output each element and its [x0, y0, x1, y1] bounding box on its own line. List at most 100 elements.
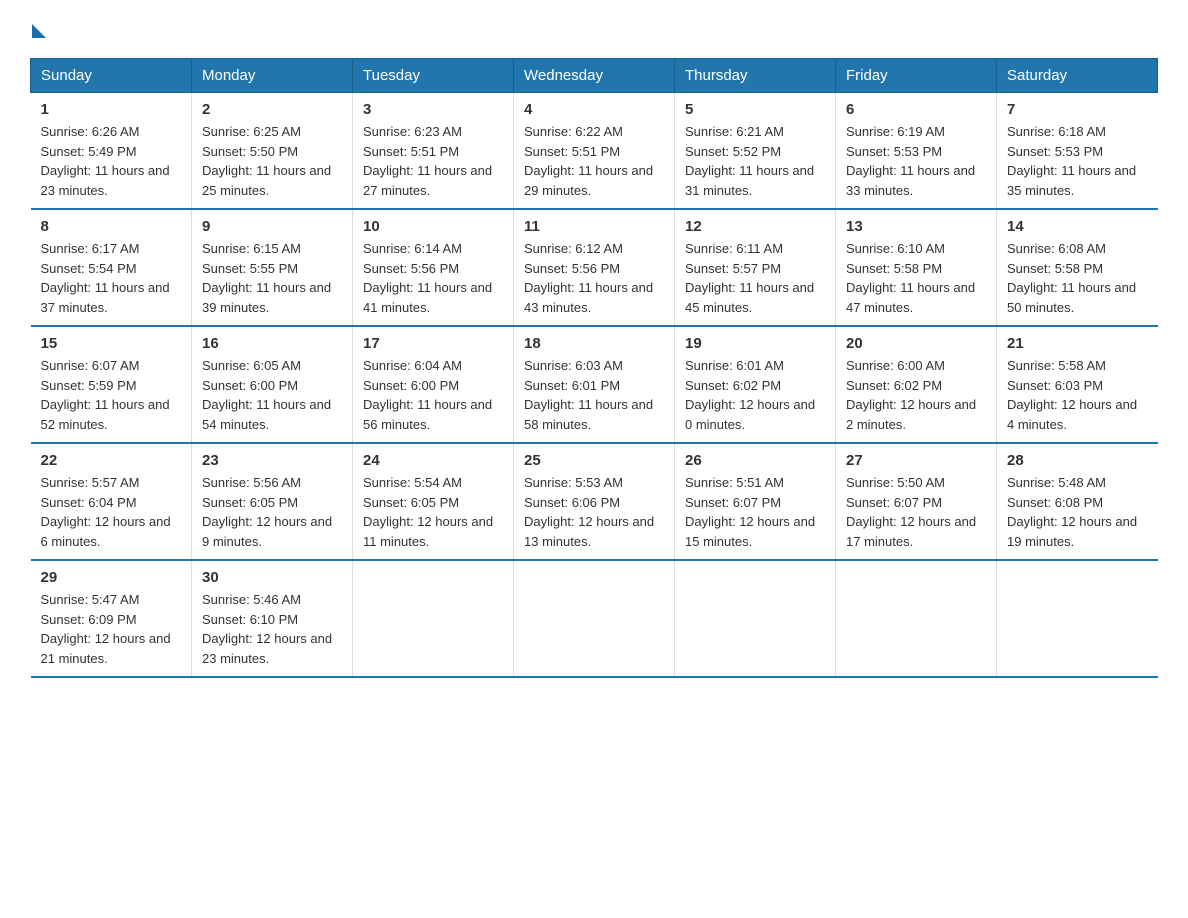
calendar-cell: 24 Sunrise: 5:54 AM Sunset: 6:05 PM Dayl… — [353, 443, 514, 560]
calendar-cell: 6 Sunrise: 6:19 AM Sunset: 5:53 PM Dayli… — [836, 93, 997, 210]
calendar-cell: 10 Sunrise: 6:14 AM Sunset: 5:56 PM Dayl… — [353, 209, 514, 326]
calendar-cell: 5 Sunrise: 6:21 AM Sunset: 5:52 PM Dayli… — [675, 93, 836, 210]
calendar-header-thursday: Thursday — [675, 59, 836, 93]
calendar-cell: 7 Sunrise: 6:18 AM Sunset: 5:53 PM Dayli… — [997, 93, 1158, 210]
calendar-cell: 17 Sunrise: 6:04 AM Sunset: 6:00 PM Dayl… — [353, 326, 514, 443]
day-info: Sunrise: 6:25 AM Sunset: 5:50 PM Dayligh… — [202, 122, 342, 200]
day-info: Sunrise: 5:48 AM Sunset: 6:08 PM Dayligh… — [1007, 473, 1148, 551]
calendar-header-row: SundayMondayTuesdayWednesdayThursdayFrid… — [31, 59, 1158, 93]
calendar-table: SundayMondayTuesdayWednesdayThursdayFrid… — [30, 58, 1158, 678]
calendar-cell: 15 Sunrise: 6:07 AM Sunset: 5:59 PM Dayl… — [31, 326, 192, 443]
calendar-cell: 11 Sunrise: 6:12 AM Sunset: 5:56 PM Dayl… — [514, 209, 675, 326]
calendar-cell: 21 Sunrise: 5:58 AM Sunset: 6:03 PM Dayl… — [997, 326, 1158, 443]
day-number: 5 — [685, 101, 825, 118]
day-info: Sunrise: 5:57 AM Sunset: 6:04 PM Dayligh… — [41, 473, 182, 551]
calendar-header-tuesday: Tuesday — [353, 59, 514, 93]
day-info: Sunrise: 6:05 AM Sunset: 6:00 PM Dayligh… — [202, 356, 342, 434]
day-info: Sunrise: 6:22 AM Sunset: 5:51 PM Dayligh… — [524, 122, 664, 200]
day-info: Sunrise: 6:23 AM Sunset: 5:51 PM Dayligh… — [363, 122, 503, 200]
day-info: Sunrise: 6:11 AM Sunset: 5:57 PM Dayligh… — [685, 239, 825, 317]
calendar-cell: 12 Sunrise: 6:11 AM Sunset: 5:57 PM Dayl… — [675, 209, 836, 326]
calendar-cell: 26 Sunrise: 5:51 AM Sunset: 6:07 PM Dayl… — [675, 443, 836, 560]
calendar-cell: 27 Sunrise: 5:50 AM Sunset: 6:07 PM Dayl… — [836, 443, 997, 560]
day-info: Sunrise: 6:18 AM Sunset: 5:53 PM Dayligh… — [1007, 122, 1148, 200]
day-info: Sunrise: 6:12 AM Sunset: 5:56 PM Dayligh… — [524, 239, 664, 317]
day-info: Sunrise: 6:00 AM Sunset: 6:02 PM Dayligh… — [846, 356, 986, 434]
calendar-week-row: 29 Sunrise: 5:47 AM Sunset: 6:09 PM Dayl… — [31, 560, 1158, 677]
logo — [30, 20, 46, 38]
calendar-week-row: 15 Sunrise: 6:07 AM Sunset: 5:59 PM Dayl… — [31, 326, 1158, 443]
day-number: 17 — [363, 335, 503, 352]
day-info: Sunrise: 6:14 AM Sunset: 5:56 PM Dayligh… — [363, 239, 503, 317]
calendar-cell: 29 Sunrise: 5:47 AM Sunset: 6:09 PM Dayl… — [31, 560, 192, 677]
day-number: 13 — [846, 218, 986, 235]
calendar-cell: 22 Sunrise: 5:57 AM Sunset: 6:04 PM Dayl… — [31, 443, 192, 560]
calendar-cell: 9 Sunrise: 6:15 AM Sunset: 5:55 PM Dayli… — [192, 209, 353, 326]
calendar-header-saturday: Saturday — [997, 59, 1158, 93]
day-number: 25 — [524, 452, 664, 469]
day-number: 28 — [1007, 452, 1148, 469]
day-info: Sunrise: 6:08 AM Sunset: 5:58 PM Dayligh… — [1007, 239, 1148, 317]
day-info: Sunrise: 6:03 AM Sunset: 6:01 PM Dayligh… — [524, 356, 664, 434]
day-number: 30 — [202, 569, 342, 586]
calendar-cell — [675, 560, 836, 677]
calendar-header-friday: Friday — [836, 59, 997, 93]
calendar-cell: 3 Sunrise: 6:23 AM Sunset: 5:51 PM Dayli… — [353, 93, 514, 210]
day-number: 15 — [41, 335, 182, 352]
calendar-cell — [836, 560, 997, 677]
day-number: 18 — [524, 335, 664, 352]
day-info: Sunrise: 5:46 AM Sunset: 6:10 PM Dayligh… — [202, 590, 342, 668]
day-info: Sunrise: 5:51 AM Sunset: 6:07 PM Dayligh… — [685, 473, 825, 551]
calendar-cell: 4 Sunrise: 6:22 AM Sunset: 5:51 PM Dayli… — [514, 93, 675, 210]
day-number: 2 — [202, 101, 342, 118]
day-info: Sunrise: 6:07 AM Sunset: 5:59 PM Dayligh… — [41, 356, 182, 434]
day-number: 10 — [363, 218, 503, 235]
day-number: 19 — [685, 335, 825, 352]
calendar-cell: 2 Sunrise: 6:25 AM Sunset: 5:50 PM Dayli… — [192, 93, 353, 210]
day-info: Sunrise: 6:26 AM Sunset: 5:49 PM Dayligh… — [41, 122, 182, 200]
calendar-cell: 25 Sunrise: 5:53 AM Sunset: 6:06 PM Dayl… — [514, 443, 675, 560]
calendar-cell: 8 Sunrise: 6:17 AM Sunset: 5:54 PM Dayli… — [31, 209, 192, 326]
calendar-week-row: 1 Sunrise: 6:26 AM Sunset: 5:49 PM Dayli… — [31, 93, 1158, 210]
calendar-cell — [353, 560, 514, 677]
calendar-cell: 30 Sunrise: 5:46 AM Sunset: 6:10 PM Dayl… — [192, 560, 353, 677]
calendar-cell: 19 Sunrise: 6:01 AM Sunset: 6:02 PM Dayl… — [675, 326, 836, 443]
day-number: 3 — [363, 101, 503, 118]
calendar-cell: 16 Sunrise: 6:05 AM Sunset: 6:00 PM Dayl… — [192, 326, 353, 443]
day-number: 21 — [1007, 335, 1148, 352]
day-number: 22 — [41, 452, 182, 469]
day-info: Sunrise: 6:01 AM Sunset: 6:02 PM Dayligh… — [685, 356, 825, 434]
day-number: 6 — [846, 101, 986, 118]
page-header — [30, 20, 1158, 38]
day-number: 24 — [363, 452, 503, 469]
logo-triangle-icon — [32, 24, 46, 38]
day-number: 26 — [685, 452, 825, 469]
day-number: 20 — [846, 335, 986, 352]
day-number: 8 — [41, 218, 182, 235]
calendar-week-row: 8 Sunrise: 6:17 AM Sunset: 5:54 PM Dayli… — [31, 209, 1158, 326]
day-number: 23 — [202, 452, 342, 469]
day-info: Sunrise: 5:54 AM Sunset: 6:05 PM Dayligh… — [363, 473, 503, 551]
day-number: 29 — [41, 569, 182, 586]
calendar-cell: 23 Sunrise: 5:56 AM Sunset: 6:05 PM Dayl… — [192, 443, 353, 560]
day-info: Sunrise: 5:58 AM Sunset: 6:03 PM Dayligh… — [1007, 356, 1148, 434]
calendar-cell: 14 Sunrise: 6:08 AM Sunset: 5:58 PM Dayl… — [997, 209, 1158, 326]
day-number: 11 — [524, 218, 664, 235]
day-info: Sunrise: 5:56 AM Sunset: 6:05 PM Dayligh… — [202, 473, 342, 551]
day-info: Sunrise: 6:21 AM Sunset: 5:52 PM Dayligh… — [685, 122, 825, 200]
calendar-cell: 20 Sunrise: 6:00 AM Sunset: 6:02 PM Dayl… — [836, 326, 997, 443]
day-number: 7 — [1007, 101, 1148, 118]
day-info: Sunrise: 5:50 AM Sunset: 6:07 PM Dayligh… — [846, 473, 986, 551]
day-info: Sunrise: 6:04 AM Sunset: 6:00 PM Dayligh… — [363, 356, 503, 434]
day-number: 14 — [1007, 218, 1148, 235]
calendar-week-row: 22 Sunrise: 5:57 AM Sunset: 6:04 PM Dayl… — [31, 443, 1158, 560]
calendar-cell: 28 Sunrise: 5:48 AM Sunset: 6:08 PM Dayl… — [997, 443, 1158, 560]
calendar-cell: 1 Sunrise: 6:26 AM Sunset: 5:49 PM Dayli… — [31, 93, 192, 210]
day-info: Sunrise: 6:17 AM Sunset: 5:54 PM Dayligh… — [41, 239, 182, 317]
day-info: Sunrise: 5:47 AM Sunset: 6:09 PM Dayligh… — [41, 590, 182, 668]
calendar-cell — [514, 560, 675, 677]
calendar-header-monday: Monday — [192, 59, 353, 93]
day-info: Sunrise: 6:19 AM Sunset: 5:53 PM Dayligh… — [846, 122, 986, 200]
day-info: Sunrise: 5:53 AM Sunset: 6:06 PM Dayligh… — [524, 473, 664, 551]
calendar-header-wednesday: Wednesday — [514, 59, 675, 93]
